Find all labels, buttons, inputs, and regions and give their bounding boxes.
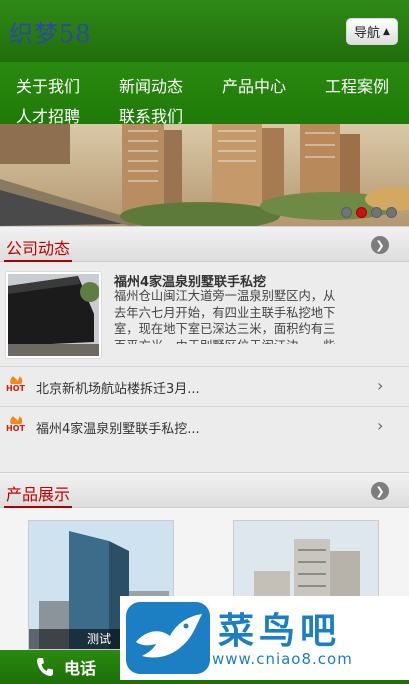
news-item-title[interactable]: 北京新机场航站楼拆迁3月...: [36, 378, 200, 397]
hot-badge-text: HOT: [6, 384, 25, 393]
watermark-logo: 菜鸟吧 www.cniao8.com: [120, 596, 409, 680]
banner-dot[interactable]: [386, 207, 397, 218]
banner-dot-active[interactable]: [356, 207, 367, 218]
featured-news[interactable]: 福州4家温泉别墅联手私挖 福州仓山闽江大道旁一温泉别墅区内，从去年六七月开始，有…: [0, 262, 409, 366]
products-section-title[interactable]: 产品展示: [6, 481, 70, 505]
menu-item-about[interactable]: 关于我们: [16, 73, 80, 97]
menu-item-news[interactable]: 新闻动态: [119, 73, 183, 97]
products-more-icon[interactable]: ❯: [371, 482, 389, 500]
news-list-item[interactable]: HOT 福州4家温泉别墅联手私挖... ›: [0, 406, 409, 446]
phone-label: 电话: [64, 659, 97, 678]
construction-image: [8, 274, 99, 356]
hot-badge-text: HOT: [6, 424, 25, 433]
main-menu: 关于我们 新闻动态 产品中心 工程案例 人才招聘 联系我们: [0, 62, 409, 126]
banner-dot[interactable]: [341, 207, 352, 218]
hot-badge-icon: HOT: [6, 376, 25, 393]
menu-item-products[interactable]: 产品中心: [222, 73, 286, 97]
banner-dot[interactable]: [371, 207, 382, 218]
news-list-item[interactable]: HOT 北京新机场航站楼拆迁3月... ›: [0, 366, 409, 406]
banner-pagination: [341, 207, 397, 218]
site-logo[interactable]: 织梦58: [9, 14, 92, 49]
news-more-icon[interactable]: ❯: [371, 236, 389, 254]
chevron-right-icon: ›: [377, 376, 384, 395]
news-section-title[interactable]: 公司动态: [6, 235, 70, 259]
nav-button-label: 导航: [354, 26, 381, 41]
chevron-right-icon: ›: [377, 416, 384, 435]
watermark-brand: 菜鸟吧: [218, 611, 342, 652]
featured-news-thumbnail[interactable]: [6, 272, 101, 358]
menu-item-cases[interactable]: 工程案例: [325, 73, 389, 97]
header-bar: 织梦58 导航 ▲: [0, 0, 409, 62]
news-section-header: 公司动态 ❯: [0, 226, 409, 262]
watermark-url: www.cniao8.com: [212, 650, 353, 668]
nav-toggle-button[interactable]: 导航 ▲: [346, 18, 398, 45]
news-item-title[interactable]: 福州4家温泉别墅联手私挖...: [36, 418, 200, 437]
hot-badge-icon: HOT: [6, 416, 25, 433]
products-section-header: 产品展示 ❯: [0, 472, 409, 508]
phone-icon: [37, 658, 53, 676]
phone-call-button[interactable]: 电话: [0, 650, 134, 684]
bird-logo-icon: [126, 602, 210, 674]
banner-slider[interactable]: [0, 124, 409, 226]
triangle-up-icon: ▲: [383, 26, 390, 37]
featured-news-summary: 福州仓山闽江大道旁一温泉别墅区内，从去年六七月开始，有四业主联手私挖地下室，现在…: [114, 289, 336, 344]
